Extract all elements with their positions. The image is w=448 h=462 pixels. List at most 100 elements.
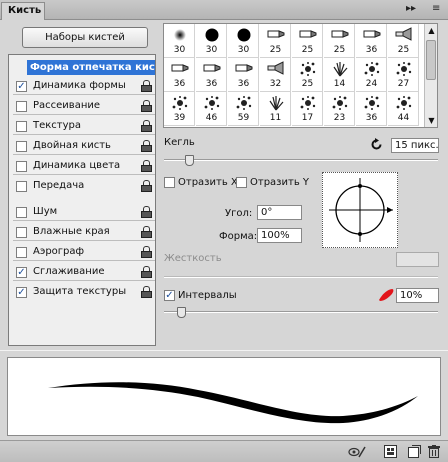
option-checkbox[interactable]: ✓ (16, 287, 27, 298)
brush-tip-cell[interactable]: 59 (228, 92, 259, 126)
option-checkbox[interactable] (16, 227, 27, 238)
brush-tip-grid: 30 30 30 25 25 25 36 25 36 36 36 32 25 14 24 27 39 46 59 11… (163, 23, 438, 128)
option-row[interactable]: Динамика цвета (13, 158, 155, 175)
option-label: Влажные края (33, 226, 110, 237)
option-row[interactable]: Аэрограф (13, 244, 155, 261)
brush-tip-cell[interactable]: 25 (388, 24, 419, 58)
brush-tip-cell[interactable]: 36 (164, 58, 195, 92)
size-field[interactable]: 15 пикс. (391, 138, 439, 153)
option-row[interactable]: ✓ Сглаживание (13, 264, 155, 281)
brush-tip-cell[interactable]: 27 (388, 58, 419, 92)
brush-tip-cell[interactable]: 36 (228, 58, 259, 92)
panel-separator (0, 350, 448, 351)
option-checkbox[interactable] (16, 121, 27, 132)
brush-tip-icon (356, 61, 387, 77)
brush-options-list: Форма отпечатка кисти ✓ Динамика формы Рас… (8, 54, 156, 346)
brush-tip-cell[interactable]: 23 (324, 92, 355, 126)
option-row[interactable]: ✓ Защита текстуры (13, 284, 155, 301)
brush-tip-icon (388, 27, 419, 43)
angle-field[interactable]: 0° (257, 205, 302, 220)
reset-icon[interactable] (370, 138, 383, 151)
size-slider-thumb[interactable] (185, 155, 195, 166)
angle-roundness-preview[interactable] (322, 172, 398, 248)
brush-tip-icon (260, 61, 291, 77)
delete-brush-icon[interactable] (428, 445, 442, 458)
brush-tip-cell[interactable]: 25 (324, 24, 355, 58)
brush-tip-cell[interactable]: 11 (260, 92, 291, 126)
flip-x-checkbox[interactable] (164, 177, 175, 188)
brush-tip-cell[interactable]: 30 (164, 24, 195, 58)
roundness-field[interactable]: 100% (257, 228, 302, 243)
scroll-thumb[interactable] (426, 40, 436, 80)
brush-tip-cell[interactable]: 30 (228, 24, 259, 58)
brush-tip-size: 44 (397, 113, 410, 123)
flip-y-checkbox[interactable] (236, 177, 247, 188)
brush-grid-view-icon[interactable] (384, 445, 398, 458)
brush-tip-cell[interactable]: 46 (196, 92, 227, 126)
lock-icon[interactable] (141, 100, 152, 112)
brush-tip-cell[interactable]: 30 (196, 24, 227, 58)
create-new-brush-icon[interactable] (408, 445, 422, 458)
brush-tip-cell[interactable]: 36 (356, 92, 387, 126)
option-label: Динамика цвета (33, 160, 121, 171)
option-row[interactable]: Текстура (13, 118, 155, 135)
option-checkbox[interactable] (16, 247, 27, 258)
option-checkbox[interactable]: ✓ (16, 267, 27, 278)
option-label: Сглаживание (33, 266, 105, 277)
lock-icon[interactable] (141, 140, 152, 152)
brush-tip-size: 25 (397, 45, 410, 55)
brush-tip-cell[interactable]: 24 (356, 58, 387, 92)
brush-tip-cell[interactable]: 36 (196, 58, 227, 92)
lock-icon[interactable] (141, 226, 152, 238)
brush-tip-cell[interactable]: 32 (260, 58, 291, 92)
brush-tip-size: 30 (205, 45, 218, 55)
brush-tip-size: 25 (301, 45, 314, 55)
option-checkbox[interactable] (16, 141, 27, 152)
option-label: Шум (33, 206, 58, 217)
brush-tip-cell[interactable]: 25 (292, 58, 323, 92)
brush-tip-cell[interactable]: 36 (356, 24, 387, 58)
lock-icon[interactable] (141, 80, 152, 92)
lock-icon[interactable] (141, 266, 152, 278)
spacing-field[interactable]: 10% (396, 288, 439, 303)
lock-icon[interactable] (141, 206, 152, 218)
option-row[interactable]: Шум (13, 204, 155, 221)
tab-brush[interactable]: Кисть (1, 2, 45, 20)
option-checkbox[interactable] (16, 181, 27, 192)
brush-tip-cell[interactable]: 44 (388, 92, 419, 126)
brush-tip-cell[interactable]: 14 (324, 58, 355, 92)
option-checkbox[interactable] (16, 161, 27, 172)
hardness-field (396, 252, 439, 267)
panel-menu-icon[interactable]: ≡ (432, 3, 440, 14)
option-row[interactable]: Рассеивание (13, 98, 155, 115)
brush-presets-button[interactable]: Наборы кистей (22, 27, 148, 48)
option-row[interactable]: Двойная кисть (13, 138, 155, 155)
brush-tip-icon (228, 27, 259, 43)
option-row[interactable]: ✓ Динамика формы (13, 78, 155, 95)
scroll-up-icon[interactable]: ▲ (425, 26, 438, 35)
brush-grid-scrollbar[interactable]: ▲ ▼ (424, 24, 437, 127)
option-row[interactable]: Влажные края (13, 224, 155, 241)
lock-icon[interactable] (141, 180, 152, 192)
brush-tip-size: 36 (173, 79, 186, 89)
option-checkbox[interactable] (16, 101, 27, 112)
brush-tip-cell[interactable]: 17 (292, 92, 323, 126)
option-checkbox[interactable] (16, 207, 27, 218)
brush-tip-cell[interactable]: 25 (292, 24, 323, 58)
lock-icon[interactable] (141, 286, 152, 298)
brush-tip-cell[interactable]: 39 (164, 92, 195, 126)
lock-icon[interactable] (141, 246, 152, 258)
lock-icon[interactable] (141, 160, 152, 172)
scroll-down-icon[interactable]: ▼ (425, 116, 438, 125)
option-checkbox[interactable]: ✓ (16, 81, 27, 92)
option-row[interactable]: Передача (13, 178, 155, 195)
brush-tip-cell[interactable]: 25 (260, 24, 291, 58)
collapse-panel-icon[interactable]: ▸▸ (406, 3, 416, 14)
spacing-checkbox[interactable]: ✓ (164, 290, 175, 301)
brush-tip-icon (356, 27, 387, 43)
lock-icon[interactable] (141, 120, 152, 132)
spacing-slider-thumb[interactable] (177, 307, 187, 318)
brush-tip-size: 39 (173, 113, 186, 123)
toggle-live-tip-icon[interactable] (348, 445, 366, 458)
brush-tip-shape-item[interactable]: Форма отпечатка кисти (27, 60, 155, 75)
